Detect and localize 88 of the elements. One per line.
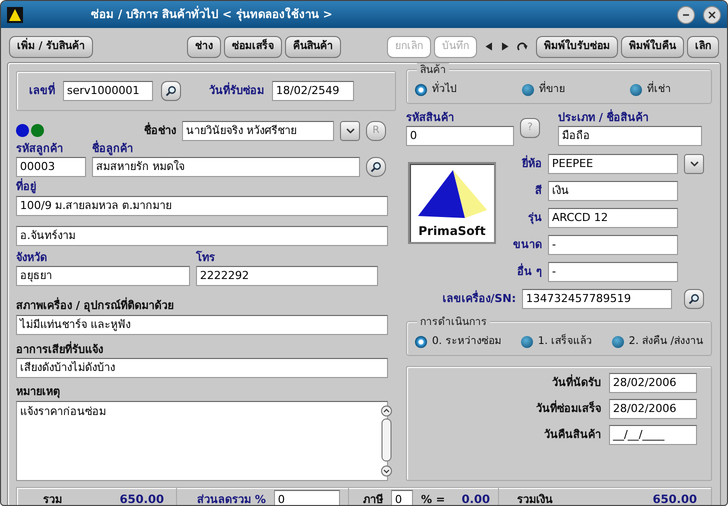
search-icon	[370, 161, 382, 174]
previous-icon[interactable]	[485, 42, 493, 52]
input-field[interactable]: 0	[274, 490, 340, 505]
radio-button[interactable]: 0. ระหว่างซ่อม	[415, 334, 502, 350]
search-button[interactable]	[684, 289, 704, 309]
logo-text: PrimaSoft	[418, 223, 486, 240]
input-field[interactable]: 28/02/2006	[609, 398, 697, 419]
amount-text: 0.00	[462, 491, 490, 505]
scrollbar[interactable]	[380, 404, 393, 477]
amount-text: 650.00	[652, 491, 697, 505]
triangle-icon	[7, 6, 23, 22]
input-field[interactable]: มือถือ	[558, 126, 702, 146]
radio-button[interactable]: ที่ขาย	[522, 82, 565, 98]
next-icon[interactable]	[501, 42, 509, 52]
amount-text: 650.00	[120, 491, 164, 505]
dropdown-button[interactable]	[340, 120, 360, 141]
input-field[interactable]: 0	[406, 126, 514, 146]
field-label: สภาพเครื่อง / อุปกรณ์ที่ติดมาด้วย	[16, 298, 175, 314]
search-icon	[165, 84, 177, 97]
input-field[interactable]: ไม่มีแท่นชาร์จ และหูฟัง	[16, 314, 388, 335]
search-icon	[688, 293, 700, 305]
note-field[interactable]: แจ้งราคาก่อนซ่อม	[16, 400, 388, 481]
radio-button[interactable]: ทั่วไป	[415, 82, 457, 98]
input-field[interactable]: ARCCD 12	[548, 208, 678, 228]
field-label: ประเภท / ชื่อสินค้า	[558, 110, 650, 126]
input-field[interactable]: -	[548, 235, 678, 255]
field-label: จังหวัด	[16, 250, 48, 266]
field-label: ภาษี	[363, 492, 383, 505]
input-field[interactable]: 100/9 ม.สายลมหวล ต.มากมาย	[16, 196, 388, 216]
input-field[interactable]: สมสหายรัก หมดใจ	[92, 157, 360, 178]
radio-button[interactable]: ที่เช่า	[630, 82, 671, 98]
toolbar-button[interactable]: ช่าง	[187, 36, 222, 58]
caret-icon	[690, 161, 698, 167]
radio-button[interactable]: 1. เสร็จแล้ว	[520, 334, 592, 350]
window-title: ซ่อม / บริการ สินค้าทั่วไป < รุ่นทดลองใช้งาน >	[91, 6, 334, 24]
toolbar-button[interactable]: คืนสินค้า	[285, 36, 342, 58]
field-label: รหัสลูกค้า	[16, 140, 64, 158]
field-label: สี	[535, 182, 542, 199]
field-label: วันที่รับซ่อม	[209, 82, 264, 98]
input-field[interactable]: อ.จันทร์งาม	[16, 226, 388, 246]
input-field[interactable]: 18/02/2549	[272, 80, 354, 101]
dropdown-field[interactable]: PEEPEE	[548, 154, 678, 174]
input-field[interactable]: เสียงดังบ้างไม่ดังบ้าง	[16, 358, 388, 378]
search-button[interactable]	[366, 157, 386, 178]
input-field[interactable]: __/__/____	[609, 424, 697, 445]
field-label: ชื่อลูกค้า	[92, 140, 134, 158]
field-label: วันคืนสินค้า	[544, 426, 601, 442]
input-field[interactable]: อยุธยา	[16, 266, 190, 286]
field-label: วันที่ซ่อมเสร็จ	[536, 400, 601, 416]
toolbar-button[interactable]: พิมพ์ใบรับซ่อม	[536, 36, 618, 58]
field-label: เลขที่	[29, 82, 55, 98]
input-field[interactable]: 134732457789519	[522, 289, 672, 309]
toolbar-button[interactable]: เพิ่ม / รับสินค้า	[9, 36, 94, 58]
field-label: รวมเงิน	[517, 492, 553, 505]
close-icon	[708, 10, 716, 18]
input-field[interactable]: 2222292	[196, 266, 378, 286]
input-field[interactable]: serv1000001	[63, 80, 153, 101]
field-label: รวม	[43, 492, 62, 505]
field-label: ที่อยู่	[16, 179, 37, 196]
field-label: รุ่น	[528, 210, 542, 226]
field-label: ส่วนลดรวม %	[197, 492, 266, 505]
toolbar-button[interactable]: เลิก	[687, 36, 719, 58]
input-field[interactable]: 0	[391, 490, 413, 505]
dropdown-button[interactable]	[684, 154, 704, 174]
minimize-button[interactable]	[677, 6, 695, 24]
field-label: ชื่อช่าง	[144, 122, 176, 138]
caret-icon	[346, 128, 354, 134]
field-label: เลขเครื่อง/SN:	[442, 290, 516, 307]
toolbar-button[interactable]: พิมพ์ใบคืน	[621, 36, 684, 58]
input-field[interactable]: เงิน	[548, 181, 678, 201]
dropdown-field[interactable]: นายวินัยจริง หวังศรีชาย	[182, 120, 334, 141]
field-label: โทร	[196, 250, 216, 266]
field-label: อาการเสียที่รับแจ้ง	[16, 342, 104, 358]
toolbar-button[interactable]: ซ่อมเสร็จ	[224, 36, 282, 58]
field-label: รหัสสินค้า	[406, 110, 455, 126]
refresh-icon[interactable]	[517, 41, 528, 52]
search-button[interactable]	[161, 80, 181, 101]
field-label: อื่น ๆ	[517, 264, 542, 280]
field-label: วันที่นัดรับ	[552, 374, 601, 390]
close-button[interactable]	[703, 6, 721, 24]
field-label: หมายเหตุ	[16, 384, 61, 400]
input-field[interactable]: 28/02/2006	[609, 372, 697, 393]
radio-button[interactable]: 2. ส่งคืน /ส่งงาน	[612, 334, 703, 350]
field-label: ยี่ห้อ	[522, 156, 542, 172]
input-field[interactable]: 00003	[16, 157, 86, 178]
input-field[interactable]: -	[548, 262, 678, 282]
field-label: % =	[421, 492, 446, 505]
field-label: ขนาด	[513, 236, 542, 253]
